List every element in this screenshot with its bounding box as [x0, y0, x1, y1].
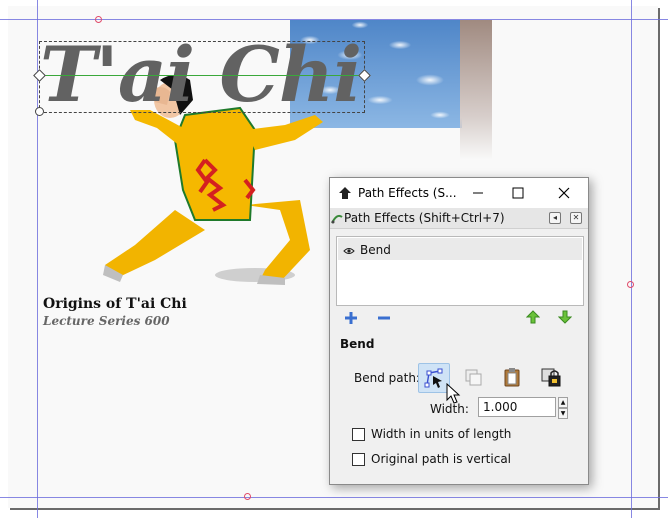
- plus-icon[interactable]: [344, 311, 358, 328]
- eye-visibility-icon[interactable]: [343, 244, 355, 258]
- dialog-window-title: Path Effects (S...: [358, 186, 457, 200]
- path-effects-icon: [331, 211, 343, 228]
- link-path-button[interactable]: [536, 363, 566, 391]
- guide-anchor-bottom[interactable]: [244, 493, 251, 500]
- width-input[interactable]: 1.000: [478, 397, 556, 417]
- spin-down-button[interactable]: ▼: [558, 408, 568, 419]
- paste-path-button[interactable]: [497, 363, 527, 391]
- maximize-button[interactable]: [498, 178, 538, 208]
- path-effects-dialog: Path Effects (S... Path Effects (Shift+C…: [329, 177, 589, 485]
- width-units-checkbox[interactable]: [352, 428, 365, 441]
- effect-name: Bend: [360, 243, 391, 257]
- minimize-icon: [473, 192, 483, 194]
- node-edit-icon: [424, 368, 443, 388]
- effects-list[interactable]: Bend: [336, 236, 584, 306]
- bend-path-line[interactable]: [39, 75, 365, 76]
- guide-anchor-top[interactable]: [95, 16, 102, 23]
- close-icon: [558, 187, 570, 199]
- vertical-path-label[interactable]: Original path is vertical: [371, 452, 511, 466]
- list-item[interactable]: Bend: [338, 238, 582, 260]
- minimize-button[interactable]: [458, 178, 498, 208]
- selection-bounding-box: [39, 41, 365, 113]
- width-spinner[interactable]: ▲ ▼: [558, 397, 568, 419]
- spin-up-button[interactable]: ▲: [558, 397, 568, 408]
- width-units-label[interactable]: Width in units of length: [371, 427, 511, 441]
- effect-section-title: Bend: [340, 337, 375, 351]
- guide-horizontal-bottom[interactable]: [0, 497, 668, 498]
- copy-icon: [465, 369, 482, 386]
- guide-anchor-right[interactable]: [627, 281, 634, 288]
- maximize-icon: [512, 187, 524, 199]
- close-button[interactable]: [544, 178, 584, 208]
- dock-header: Path Effects (Shift+Ctrl+7) ◂ ✕: [330, 208, 588, 229]
- dock-title: Path Effects (Shift+Ctrl+7): [344, 211, 505, 225]
- guide-vertical-right[interactable]: [631, 0, 632, 518]
- rotation-handle[interactable]: [35, 107, 44, 116]
- vertical-path-checkbox[interactable]: [352, 453, 365, 466]
- paste-icon: [504, 368, 520, 387]
- bend-path-label: Bend path:: [354, 371, 420, 385]
- sky-gradient-strip: [460, 20, 492, 160]
- inkscape-app-icon: [338, 186, 352, 203]
- dialog-titlebar[interactable]: Path Effects (S...: [330, 178, 588, 208]
- dock-close-button[interactable]: ✕: [570, 212, 582, 224]
- copy-path-button[interactable]: [458, 363, 488, 391]
- minus-icon[interactable]: [377, 311, 391, 328]
- dock-collapse-button[interactable]: ◂: [549, 212, 561, 224]
- link-lock-icon: [541, 368, 561, 387]
- caption-subtitle[interactable]: Lecture Series 600: [43, 314, 170, 328]
- arrow-down-icon[interactable]: [557, 310, 573, 327]
- arrow-up-icon[interactable]: [525, 310, 541, 327]
- caption-title[interactable]: Origins of T'ai Chi: [43, 296, 187, 312]
- width-label: Width:: [430, 402, 469, 416]
